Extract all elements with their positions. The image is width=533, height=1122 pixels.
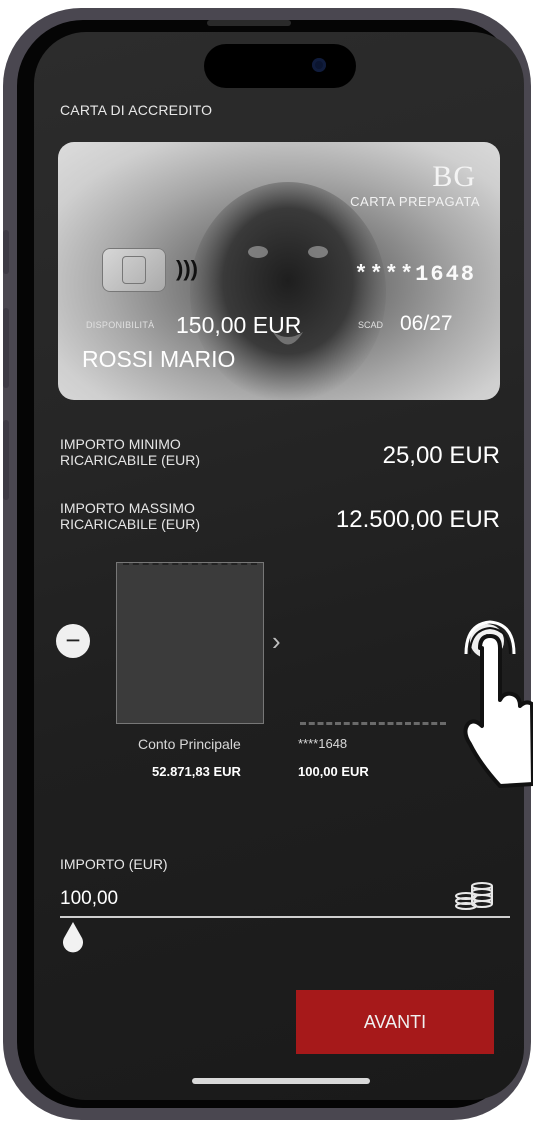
- contactless-icon: ))): [176, 256, 198, 281]
- card-type: CARTA PREPAGATA: [350, 194, 480, 209]
- card-holder: ROSSI MARIO: [82, 346, 236, 372]
- target-card-placeholder[interactable]: [300, 722, 446, 725]
- amount-input[interactable]: 100,00: [60, 888, 118, 910]
- expiry-label: SCAD: [358, 320, 384, 330]
- side-button: [3, 308, 9, 388]
- available-value: 150,00 EUR: [176, 312, 302, 338]
- camera-icon: [312, 58, 326, 72]
- speaker: [207, 20, 291, 26]
- available-label: DISPONIBILITÀ: [86, 320, 155, 330]
- chip-icon: [102, 248, 166, 292]
- source-account-name: Conto Principale: [138, 736, 241, 752]
- source-account-balance: 52.871,83 EUR: [152, 764, 241, 779]
- card-edge: [123, 563, 257, 565]
- coins-icon[interactable]: [454, 878, 494, 912]
- next-button[interactable]: AVANTI: [296, 990, 494, 1054]
- min-amount-label: IMPORTO MINIMO RICARICABILE (EUR): [60, 436, 201, 468]
- target-card-name: ****1648: [298, 736, 348, 751]
- expiry-value: 06/27: [400, 312, 453, 335]
- source-account-card[interactable]: [116, 562, 264, 724]
- amount-label: IMPORTO (EUR): [60, 856, 168, 872]
- min-amount-value: 25,00 EUR: [382, 442, 500, 469]
- side-button: [3, 230, 9, 274]
- target-card-balance: 100,00 EUR: [298, 764, 369, 779]
- chevron-right-icon[interactable]: ›: [272, 626, 281, 657]
- tap-hand-icon: [463, 620, 533, 788]
- app-screen: CARTA DI ACCREDITO BG CARTA PREPAGATA ))…: [34, 32, 524, 1100]
- prepaid-card[interactable]: BG CARTA PREPAGATA ))) ****1648 DISPONIB…: [58, 142, 500, 400]
- drop-icon[interactable]: [60, 920, 86, 954]
- card-number: ****1648: [354, 262, 476, 287]
- bank-logo: BG: [432, 160, 476, 193]
- home-indicator[interactable]: [192, 1078, 370, 1084]
- side-button: [3, 420, 9, 500]
- max-amount-value: 12.500,00 EUR: [335, 506, 500, 533]
- amount-slider-track[interactable]: [60, 916, 510, 918]
- max-amount-label: IMPORTO MASSIMO RICARICABILE (EUR): [60, 500, 201, 532]
- balance-currency: EUR: [213, 764, 241, 779]
- balance-amount: 52.871,83: [152, 764, 210, 779]
- dynamic-island: [204, 44, 356, 88]
- section-title: CARTA DI ACCREDITO: [60, 102, 213, 118]
- minus-button[interactable]: −: [56, 624, 90, 658]
